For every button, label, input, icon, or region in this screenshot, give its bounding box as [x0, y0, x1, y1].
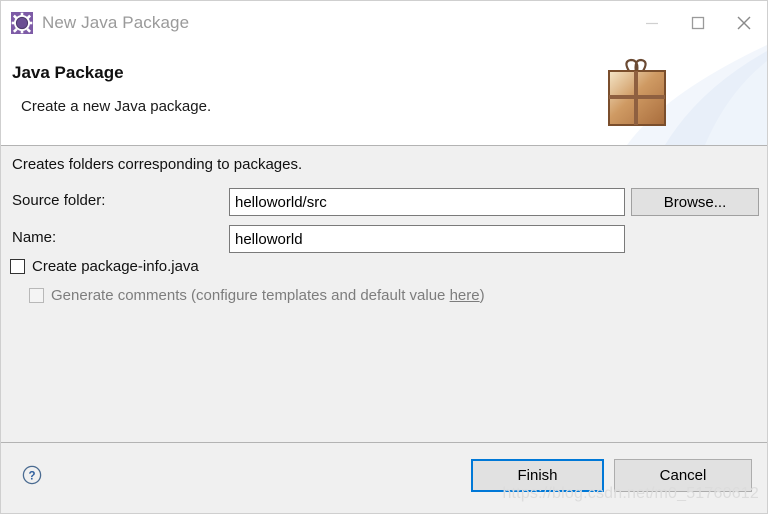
maximize-icon[interactable] [675, 1, 721, 45]
package-name-row: Name: [1, 225, 767, 253]
source-folder-input[interactable] [229, 188, 625, 216]
close-icon[interactable] [721, 1, 767, 45]
create-package-info-label: Create package-info.java [32, 258, 199, 275]
svg-text:?: ? [28, 470, 35, 482]
create-package-info-checkbox[interactable] [10, 259, 25, 274]
minimize-icon[interactable] [629, 1, 675, 45]
generate-comments-label: Generate comments (configure templates a… [51, 287, 485, 304]
java-package-gear-icon [11, 12, 33, 34]
dialog-body: Creates folders corresponding to package… [1, 146, 767, 442]
cancel-button[interactable]: Cancel [614, 459, 752, 492]
page-subtitle: Create a new Java package. [21, 98, 212, 115]
generate-comments-text-before: Generate comments (configure templates a… [51, 287, 450, 304]
configure-templates-link[interactable]: here [450, 287, 480, 304]
generate-comments-checkbox [29, 288, 44, 303]
help-icon[interactable]: ? [22, 465, 42, 485]
browse-button[interactable]: Browse... [631, 188, 759, 216]
generate-comments-checkbox-row: Generate comments (configure templates a… [29, 287, 485, 304]
create-package-info-checkbox-row[interactable]: Create package-info.java [10, 258, 199, 275]
new-java-package-dialog: New Java Package Java Package Create a n… [0, 0, 768, 514]
generate-comments-text-after: ) [479, 287, 485, 304]
source-folder-row: Source folder: Browse... [1, 188, 767, 216]
package-name-label: Name: [12, 229, 57, 246]
window-controls [629, 1, 767, 45]
window-title: New Java Package [42, 13, 190, 32]
title-bar: New Java Package [1, 1, 767, 45]
source-folder-label: Source folder: [12, 192, 106, 209]
intro-text: Creates folders corresponding to package… [12, 156, 303, 173]
header-banner [587, 45, 767, 145]
finish-button[interactable]: Finish [471, 459, 604, 492]
dialog-header: Java Package Create a new Java package. [1, 45, 767, 146]
package-name-input[interactable] [229, 225, 625, 253]
dialog-footer: ? Finish Cancel https://blog.csdn.net/m0… [1, 442, 767, 513]
page-title: Java Package [12, 63, 124, 82]
